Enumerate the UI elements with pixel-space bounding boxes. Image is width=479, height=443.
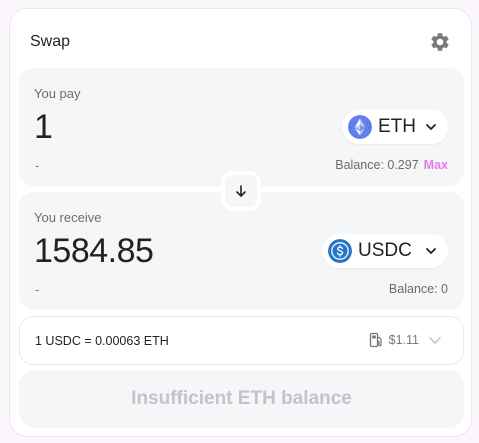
- pay-label: You pay: [34, 86, 81, 101]
- pay-token-selector[interactable]: ETH: [342, 110, 448, 144]
- gas-fee: $1.11: [369, 332, 443, 348]
- chevron-down-icon: [426, 124, 436, 130]
- swap-submit-button[interactable]: Insufficient ETH balance: [19, 370, 464, 428]
- exchange-rate[interactable]: 1 USDC = 0.00063 ETH: [35, 334, 169, 348]
- receive-balance: Balance: 0: [388, 282, 448, 296]
- page-title: Swap: [30, 33, 71, 50]
- arrow-down-icon: [236, 185, 246, 197]
- max-button[interactable]: Max: [424, 158, 448, 172]
- receive-label: You receive: [34, 210, 102, 225]
- chevron-down-icon[interactable]: [427, 332, 443, 348]
- pay-balance: Balance: 0.297 Max: [335, 158, 448, 172]
- gear-icon[interactable]: [429, 31, 451, 53]
- receive-token-symbol: USDC: [358, 240, 412, 261]
- ethereum-icon: [348, 115, 372, 139]
- swap-card: Swap You pay 1 ETH - Balance: 0.297 Max: [9, 8, 472, 437]
- receive-fiat-value: -: [35, 282, 40, 297]
- receive-token-selector[interactable]: USDC: [322, 234, 448, 268]
- pay-amount-input[interactable]: 1: [34, 108, 53, 147]
- receive-amount-input[interactable]: 1584.85: [34, 232, 154, 271]
- swap-header: Swap: [30, 31, 451, 53]
- switch-direction-button[interactable]: [221, 171, 261, 211]
- pay-balance-text: Balance: 0.297: [335, 158, 419, 172]
- pay-fiat-value: -: [35, 158, 40, 173]
- rate-row[interactable]: 1 USDC = 0.00063 ETH $1.11: [19, 316, 464, 365]
- usdc-icon: [328, 239, 352, 263]
- gas-fee-value: $1.11: [388, 333, 419, 347]
- chevron-down-icon: [426, 248, 436, 254]
- gas-pump-icon: [369, 332, 382, 348]
- pay-token-symbol: ETH: [378, 116, 416, 137]
- pay-panel: You pay 1 ETH - Balance: 0.297 Max: [19, 68, 464, 186]
